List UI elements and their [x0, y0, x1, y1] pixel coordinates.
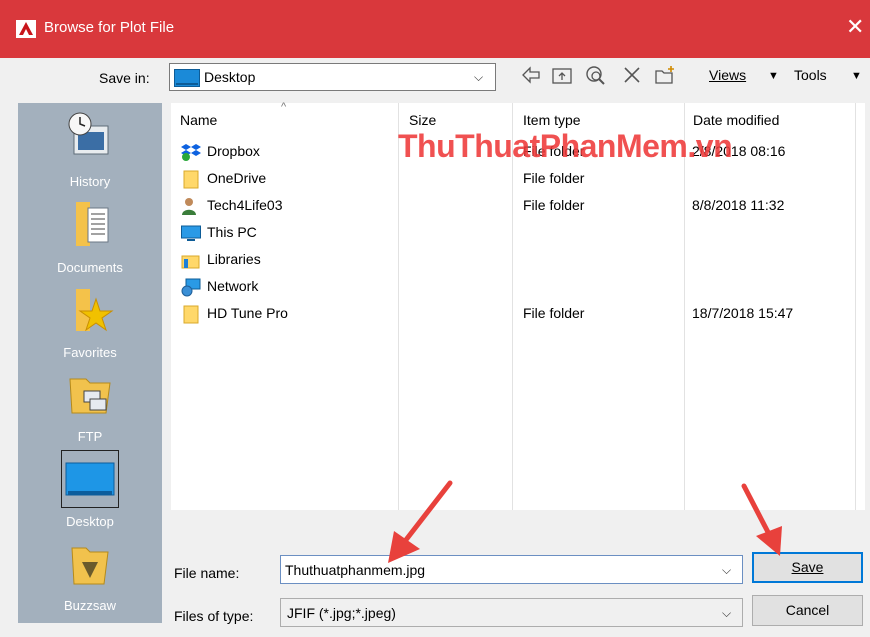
file-type: File folder: [523, 197, 585, 213]
file-row-tech4life03[interactable]: Tech4Life03 File folder 8/8/2018 11:32: [171, 193, 865, 220]
save-button[interactable]: Save: [752, 552, 863, 583]
save-in-label: Save in:: [99, 70, 150, 86]
desktop-icon: [65, 462, 115, 496]
chevron-down-icon: ⌵: [474, 70, 484, 84]
autocad-app-icon: [16, 20, 36, 38]
buzzsaw-icon: [71, 547, 109, 585]
file-row-libraries[interactable]: Libraries: [171, 247, 865, 274]
place-label: Documents: [57, 260, 123, 275]
place-label: Desktop: [66, 514, 114, 529]
chevron-down-icon[interactable]: ⌵: [722, 563, 731, 578]
dropbox-icon: [181, 144, 201, 161]
column-header-name[interactable]: Name: [180, 112, 217, 128]
file-row-hd-tune-pro[interactable]: HD Tune Pro File folder 18/7/2018 15:47: [171, 301, 865, 328]
file-name-label: File name:: [174, 565, 240, 581]
file-name: HD Tune Pro: [207, 305, 288, 321]
pc-icon: [181, 225, 201, 241]
folder-icon: [183, 170, 199, 189]
place-label: Favorites: [63, 345, 117, 360]
up-folder-icon[interactable]: [551, 64, 573, 86]
views-menu[interactable]: Views: [709, 67, 746, 83]
column-header-row: Name ^ Size Item type Date modified: [171, 101, 865, 133]
file-row-onedrive[interactable]: OneDrive File folder: [171, 166, 865, 193]
tools-dropdown-icon[interactable]: ▼: [851, 70, 862, 82]
place-favorites[interactable]: Favorites: [18, 281, 162, 360]
views-dropdown-icon[interactable]: ▼: [768, 70, 779, 82]
places-bar: History Documents Favorites FTP Desktop …: [18, 103, 162, 623]
title-bar: Browse for Plot File ✕: [0, 0, 870, 58]
place-label: FTP: [77, 429, 103, 444]
file-name: OneDrive: [207, 170, 267, 186]
delete-icon[interactable]: [621, 64, 643, 86]
file-name-input[interactable]: [285, 560, 705, 580]
libraries-icon: [181, 255, 200, 269]
place-label: History: [69, 174, 111, 189]
cancel-button[interactable]: Cancel: [752, 595, 863, 626]
place-history[interactable]: History: [18, 110, 162, 189]
place-label: Buzzsaw: [63, 598, 117, 613]
place-buzzsaw[interactable]: Buzzsaw: [18, 534, 162, 613]
chevron-down-icon: ⌵: [722, 606, 732, 620]
file-name: Network: [207, 278, 259, 294]
tools-menu[interactable]: Tools: [794, 67, 827, 83]
file-date: 8/8/2018 11:32: [692, 197, 785, 213]
file-row-network[interactable]: Network: [171, 274, 865, 301]
file-date: 18/7/2018 15:47: [692, 305, 794, 321]
history-icon: [68, 112, 109, 155]
place-desktop[interactable]: Desktop: [18, 450, 162, 529]
file-type-value: JFIF (*.jpg;*.jpeg): [287, 605, 396, 621]
search-web-icon[interactable]: [584, 64, 606, 86]
file-list[interactable]: Name ^ Size Item type Date modified Drop…: [171, 101, 865, 510]
file-type: File folder: [523, 170, 585, 186]
place-documents[interactable]: Documents: [18, 196, 162, 275]
file-date: 2/8/2018 08:16: [692, 143, 786, 159]
column-header-date[interactable]: Date modified: [693, 112, 779, 128]
documents-icon: [76, 202, 109, 246]
file-type: File folder: [523, 305, 585, 321]
file-name: This PC: [207, 224, 257, 240]
file-type-dropdown[interactable]: JFIF (*.jpg;*.jpeg) ⌵: [280, 598, 743, 627]
file-name: Tech4Life03: [207, 197, 283, 213]
close-icon[interactable]: ✕: [846, 15, 864, 39]
user-folder-icon: [182, 198, 196, 215]
sort-ascending-icon: ^: [281, 101, 287, 113]
network-icon: [181, 278, 201, 297]
save-in-dropdown[interactable]: Desktop ⌵: [169, 63, 496, 91]
back-icon[interactable]: [520, 64, 542, 86]
file-type-label: Files of type:: [174, 608, 254, 624]
window-title: Browse for Plot File: [44, 19, 175, 36]
file-name: Libraries: [207, 251, 261, 267]
file-row-dropbox[interactable]: Dropbox File folder 2/8/2018 08:16: [171, 139, 865, 166]
column-header-size[interactable]: Size: [409, 112, 436, 128]
save-in-value: Desktop: [204, 69, 256, 85]
file-name: Dropbox: [207, 143, 260, 159]
folder-icon: [183, 305, 199, 324]
file-type: File folder: [523, 143, 585, 159]
column-header-type[interactable]: Item type: [523, 112, 581, 128]
favorites-icon: [76, 289, 114, 332]
file-name-combo[interactable]: ⌵: [280, 555, 743, 584]
desktop-small-icon: [174, 69, 200, 87]
new-folder-icon[interactable]: [654, 64, 676, 86]
place-ftp[interactable]: FTP: [18, 365, 162, 444]
ftp-icon: [69, 378, 111, 414]
file-row-this-pc[interactable]: This PC: [171, 220, 865, 247]
